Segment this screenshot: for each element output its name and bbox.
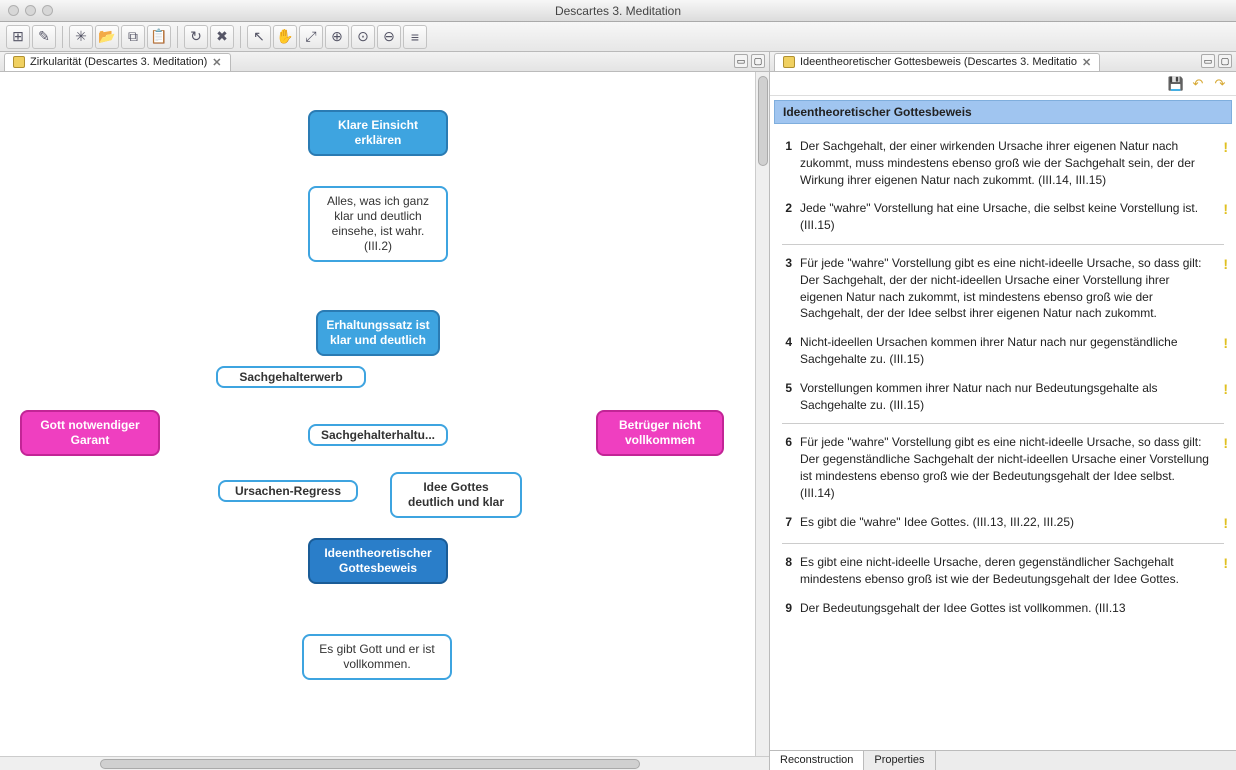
flag-icon: ! xyxy=(1220,380,1228,400)
node-klare-einsicht[interactable]: Klare Einsicht erklären xyxy=(308,110,448,156)
list-item: 6Für jede "wahre" Vorstellung gibt es ei… xyxy=(774,428,1232,507)
flag-icon: ! xyxy=(1220,514,1228,534)
list-item: 5Vorstellungen kommen ihrer Natur nach n… xyxy=(774,374,1232,420)
left-view-tabs: Zirkularität (Descartes 3. Meditation) ✕… xyxy=(0,52,769,72)
panel-header: Ideentheoretischer Gottesbeweis xyxy=(774,100,1232,124)
document-icon xyxy=(783,56,795,68)
pan-tool-button[interactable]: ✋ xyxy=(273,25,297,49)
diagram-edges xyxy=(0,72,300,222)
pointer-tool-button[interactable]: ↖ xyxy=(247,25,271,49)
right-view-tabs: Ideentheoretischer Gottesbeweis (Descart… xyxy=(770,52,1236,72)
tab-label: Ideentheoretischer Gottesbeweis (Descart… xyxy=(800,56,1077,68)
flag-icon: ! xyxy=(1220,138,1228,158)
node-ursachen-regress[interactable]: Ursachen-Regress xyxy=(218,480,358,502)
node-gott-garant[interactable]: Gott notwendiger Garant xyxy=(20,410,160,456)
tool-button-1[interactable]: ⊞ xyxy=(6,25,30,49)
node-idee-gottes[interactable]: Idee Gottes deutlich und klar xyxy=(390,472,522,518)
tab-properties[interactable]: Properties xyxy=(864,751,935,770)
bottom-tabs: Reconstruction Properties xyxy=(770,750,1236,770)
flag-icon: ! xyxy=(1220,334,1228,354)
toolbar-separator xyxy=(62,26,63,48)
minimize-view-icon[interactable]: ▭ xyxy=(1201,54,1215,68)
maximize-view-icon[interactable]: ▢ xyxy=(751,54,765,68)
node-sachgehalterwerb[interactable]: Sachgehalterwerb xyxy=(216,366,366,388)
argument-list[interactable]: 1Der Sachgehalt, der einer wirkenden Urs… xyxy=(770,128,1236,750)
list-item: 8Es gibt eine nicht-ideelle Ursache, der… xyxy=(774,548,1232,594)
node-alles-wahr[interactable]: Alles, was ich ganz klar und deutlich ei… xyxy=(308,186,448,262)
flag-icon: ! xyxy=(1220,200,1228,220)
save-icon[interactable]: 💾 xyxy=(1168,76,1184,92)
flag-icon: ! xyxy=(1220,434,1228,454)
node-sachgehalterhaltung[interactable]: Sachgehalterhaltu... xyxy=(308,424,448,446)
maximize-view-icon[interactable]: ▢ xyxy=(1218,54,1232,68)
zoom-100-button[interactable]: ⊙ xyxy=(351,25,375,49)
diagram-icon xyxy=(13,56,25,68)
list-item: 9Der Bedeutungsgehalt der Idee Gottes is… xyxy=(774,594,1232,623)
toolbar-separator xyxy=(177,26,178,48)
toolbar-separator xyxy=(240,26,241,48)
tool-button-2[interactable]: ✎ xyxy=(32,25,56,49)
list-item: 2Jede "wahre" Vorstellung hat eine Ursac… xyxy=(774,194,1232,240)
list-item: 7Es gibt die "wahre" Idee Gottes. (III.1… xyxy=(774,508,1232,540)
node-betrueger[interactable]: Betrüger nicht vollkommen xyxy=(596,410,724,456)
layout-button[interactable]: ≡ xyxy=(403,25,427,49)
copy-button[interactable]: ⧉ xyxy=(121,25,145,49)
new-node-button[interactable]: ✳ xyxy=(69,25,93,49)
close-tab-icon[interactable]: ✕ xyxy=(212,56,221,69)
node-erhaltungssatz[interactable]: Erhaltungssatz ist klar und deutlich xyxy=(316,310,440,356)
right-toolbar: 💾 ↶ ↷ xyxy=(770,72,1236,96)
flag-icon: ! xyxy=(1220,554,1228,574)
window-titlebar: Descartes 3. Meditation xyxy=(0,0,1236,22)
minimize-window-icon[interactable] xyxy=(25,5,36,16)
redo-icon[interactable]: ↷ xyxy=(1212,76,1228,92)
tab-reconstruction[interactable]: Reconstruction xyxy=(770,751,864,770)
traffic-lights xyxy=(8,5,53,16)
diagram-canvas[interactable]: Klare Einsicht erklären Alles, was ich g… xyxy=(0,72,769,756)
minimize-view-icon[interactable]: ▭ xyxy=(734,54,748,68)
zoom-fit-button[interactable]: ⤢ xyxy=(299,25,323,49)
horizontal-scrollbar[interactable] xyxy=(0,756,769,770)
list-item: 3Für jede "wahre" Vorstellung gibt es ei… xyxy=(774,249,1232,328)
zoom-window-icon[interactable] xyxy=(42,5,53,16)
main-toolbar: ⊞ ✎ ✳ 📂 ⧉ 📋 ↻ ✖ ↖ ✋ ⤢ ⊕ ⊙ ⊖ ≡ xyxy=(0,22,1236,52)
close-tab-icon[interactable]: ✕ xyxy=(1082,56,1091,69)
delete-button[interactable]: ✖ xyxy=(210,25,234,49)
tab-zirkularitaet[interactable]: Zirkularität (Descartes 3. Meditation) ✕ xyxy=(4,53,231,71)
tab-ideentheoretischer[interactable]: Ideentheoretischer Gottesbeweis (Descart… xyxy=(774,53,1100,71)
zoom-in-button[interactable]: ⊕ xyxy=(325,25,349,49)
list-item: 1Der Sachgehalt, der einer wirkenden Urs… xyxy=(774,132,1232,194)
close-window-icon[interactable] xyxy=(8,5,19,16)
paste-button[interactable]: 📋 xyxy=(147,25,171,49)
node-es-gibt-gott[interactable]: Es gibt Gott und er ist vollkommen. xyxy=(302,634,452,680)
flag-icon: ! xyxy=(1220,255,1228,275)
list-item: 4Nicht-ideellen Ursachen kommen ihrer Na… xyxy=(774,328,1232,374)
undo-icon[interactable]: ↶ xyxy=(1190,76,1206,92)
window-title: Descartes 3. Meditation xyxy=(0,4,1236,18)
tab-label: Zirkularität (Descartes 3. Meditation) xyxy=(30,56,207,68)
zoom-out-button[interactable]: ⊖ xyxy=(377,25,401,49)
refresh-button[interactable]: ↻ xyxy=(184,25,208,49)
open-button[interactable]: 📂 xyxy=(95,25,119,49)
node-ideentheoretischer-gottesbeweis[interactable]: Ideentheoretischer Gottesbeweis xyxy=(308,538,448,584)
